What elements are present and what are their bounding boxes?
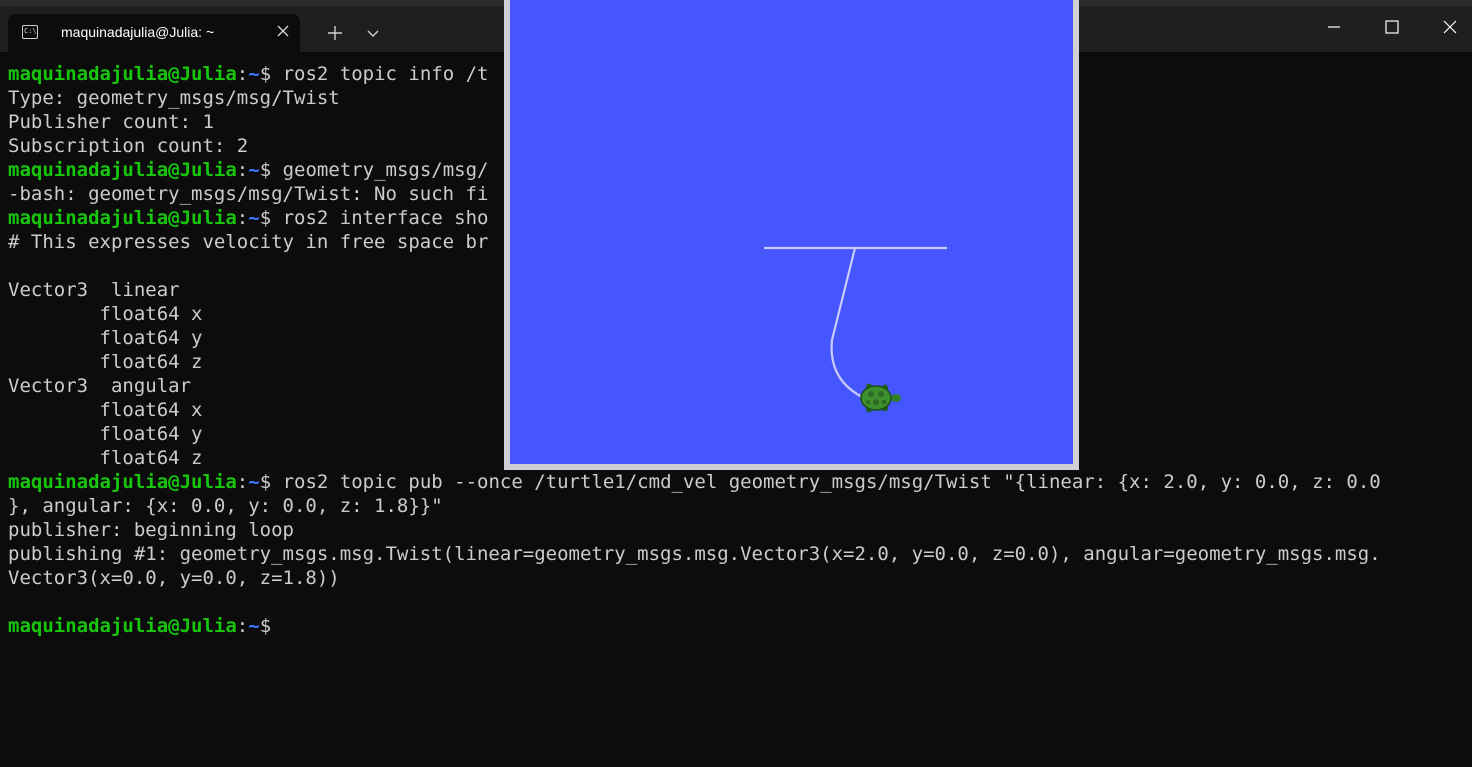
output-text: float64 x (8, 399, 203, 421)
new-tab-button[interactable] (324, 22, 346, 44)
output-text: float64 z (8, 351, 203, 373)
output-line: publishing #1: geometry_msgs.msg.Twist(l… (8, 542, 1464, 566)
output-text: Subscription count: 2 (8, 135, 249, 157)
prompt-user-host: maquinadajulia@Julia (8, 159, 237, 181)
close-tab-icon[interactable] (274, 22, 292, 40)
prompt-colon: : (236, 63, 249, 85)
prompt-path: ~ (248, 159, 260, 181)
prompt-user-host: maquinadajulia@Julia (8, 615, 237, 637)
prompt-path: ~ (248, 63, 260, 85)
turtle-trail-drawing (764, 246, 947, 413)
minimize-button[interactable] (1323, 16, 1345, 38)
prompt-sign: $ (259, 159, 283, 181)
output-text: float64 y (8, 327, 203, 349)
command-text: geometry_msgs/msg/ (282, 159, 489, 181)
prompt-path: ~ (248, 207, 260, 229)
output-line: publisher: beginning loop (8, 518, 1464, 542)
output-text: Type: geometry_msgs/msg/Twist (8, 87, 340, 109)
prompt-user-host: maquinadajulia@Julia (8, 471, 237, 493)
command-text: ros2 topic info /t (282, 63, 489, 85)
prompt-colon: : (236, 615, 249, 637)
output-line: }, angular: {x: 0.0, y: 0.0, z: 1.8}}" (8, 494, 1464, 518)
terminal-icon: C:\ (22, 25, 38, 39)
output-text: float64 x (8, 303, 203, 325)
output-text: publisher: beginning loop (8, 519, 294, 541)
prompt-path: ~ (248, 615, 260, 637)
prompt-line: maquinadajulia@Julia:~$ ros2 topic pub -… (8, 470, 1464, 494)
prompt-colon: : (236, 159, 249, 181)
output-text: float64 y (8, 423, 203, 445)
close-window-button[interactable] (1439, 16, 1461, 38)
chevron-down-icon[interactable] (362, 22, 384, 44)
tab-terminal[interactable]: C:\ maquinadajulia@Julia: ~ (8, 14, 300, 52)
turtlesim-canvas (510, 0, 1073, 464)
turtlesim-window[interactable] (504, 0, 1079, 470)
prompt-sign: $ (259, 615, 283, 637)
output-text: Vector3 linear (8, 279, 180, 301)
maximize-button[interactable] (1381, 16, 1403, 38)
output-text: -bash: geometry_msgs/msg/Twist: No such … (8, 183, 489, 205)
prompt-sign: $ (259, 471, 283, 493)
output-line: Vector3(x=0.0, y=0.0, z=1.8)) (8, 566, 1464, 590)
prompt-path: ~ (248, 471, 260, 493)
turtle-trail (764, 246, 947, 399)
output-text: Vector3 angular (8, 375, 192, 397)
output-text: float64 z (8, 447, 203, 469)
prompt-colon: : (236, 207, 249, 229)
prompt-sign: $ (259, 207, 283, 229)
output-text: Publisher count: 1 (8, 111, 214, 133)
output-text: # This expresses velocity in free space … (8, 231, 489, 253)
prompt-user-host: maquinadajulia@Julia (8, 207, 237, 229)
tab-title: maquinadajulia@Julia: ~ (61, 24, 215, 40)
output-text: Vector3(x=0.0, y=0.0, z=1.8)) (8, 567, 340, 589)
prompt-user-host: maquinadajulia@Julia (8, 63, 237, 85)
prompt-colon: : (236, 471, 249, 493)
command-text: ros2 interface sho (282, 207, 489, 229)
prompt-sign: $ (259, 63, 283, 85)
output-text: }, angular: {x: 0.0, y: 0.0, z: 1.8}}" (8, 495, 443, 517)
prompt-line: maquinadajulia@Julia:~$ (8, 614, 1464, 638)
output-text: publishing #1: geometry_msgs.msg.Twist(l… (8, 543, 1381, 565)
turtle-icon (860, 383, 901, 413)
command-text: ros2 topic pub --once /turtle1/cmd_vel g… (282, 471, 1381, 493)
